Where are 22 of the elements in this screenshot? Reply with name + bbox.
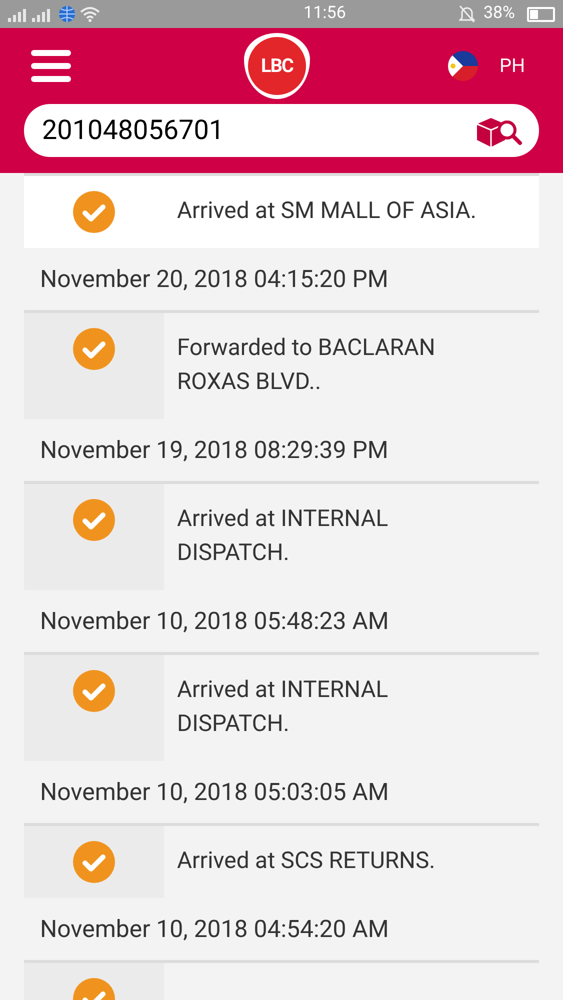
battery-icon — [527, 6, 555, 22]
country-code[interactable]: PH — [499, 52, 525, 80]
event-text: Arrived at INTERNAL DISPATCH. — [176, 504, 390, 568]
globe-icon — [58, 5, 76, 23]
checkmark-icon — [72, 840, 116, 884]
checkmark-icon — [72, 327, 116, 371]
event-text: Arrived at SCS RETURNS. — [176, 846, 436, 876]
tracking-number-input[interactable]: 201048056701 — [42, 110, 475, 151]
menu-button[interactable] — [31, 50, 71, 82]
event-text: Forwarded to BACLARAN ROXAS BLVD.. — [176, 333, 436, 397]
search-bar[interactable]: 201048056701 — [24, 104, 539, 157]
checkmark-icon — [72, 498, 116, 542]
brand-logo: LBC — [244, 33, 310, 99]
bell-off-icon — [459, 5, 476, 23]
checkmark-icon — [72, 669, 116, 713]
event-text: Arrived at INTERNAL DISPATCH. — [176, 675, 390, 739]
checkmark-icon — [72, 190, 116, 234]
event-text: Arrived at SM MALL OF ASIA. — [176, 196, 476, 226]
wifi-icon — [80, 6, 100, 22]
battery-percentage: 38% — [483, 2, 515, 26]
clock-time: 11:56 — [302, 2, 346, 26]
flag-icon — [447, 50, 480, 82]
